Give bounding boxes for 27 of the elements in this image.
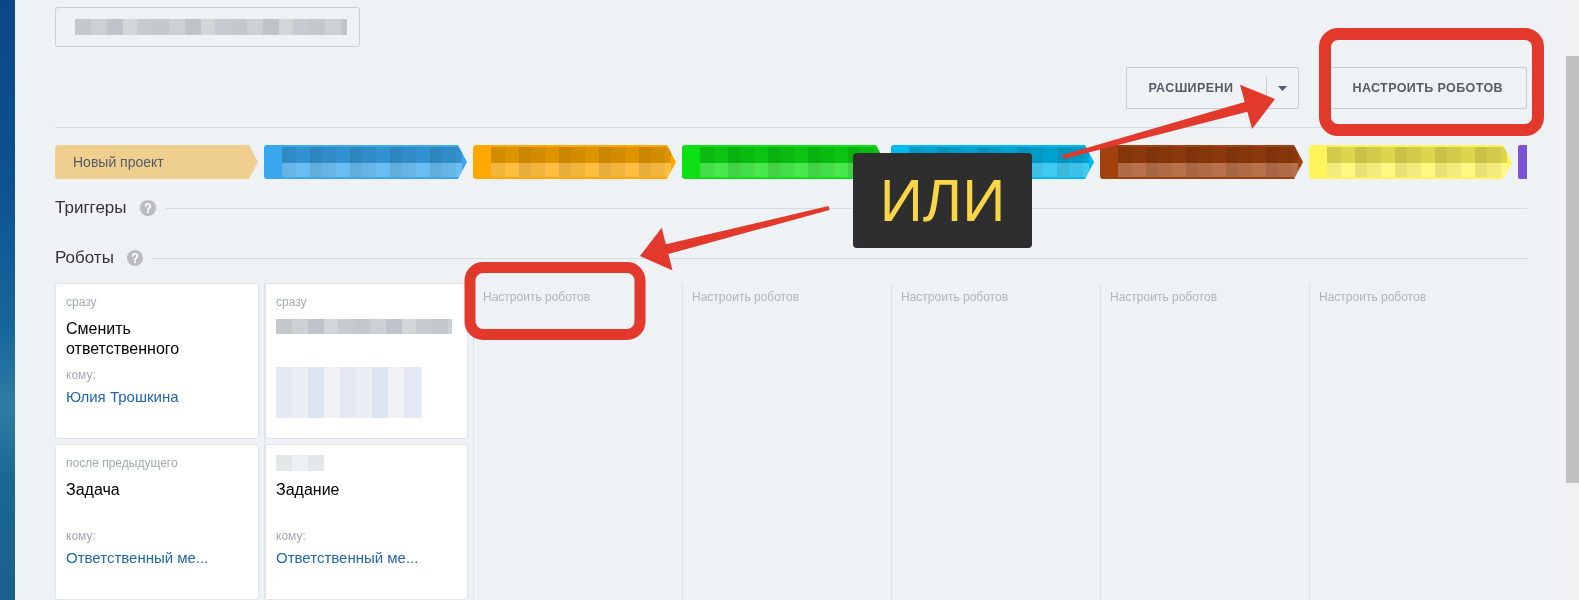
robot-delay: после предыдущего [66, 455, 178, 471]
recipient-label: кому: [66, 367, 96, 383]
robot-title: Задача [66, 480, 120, 500]
robot-card[interactable]: сразу Сменить ответственного кому: Юлия Трошкина [55, 283, 259, 439]
recipient-label: кому: [276, 528, 306, 544]
caret-icon [1277, 85, 1287, 91]
robot-delay: сразу [276, 294, 307, 310]
stage-tab[interactable]: Новый проект [55, 145, 258, 179]
pixelated-block [276, 455, 324, 471]
robot-title: Сменить ответственного [66, 319, 181, 359]
callout-tooltip: ИЛИ [853, 153, 1032, 248]
help-icon[interactable] [126, 250, 143, 266]
recipient-link[interactable]: Ответственный ме... [276, 548, 419, 568]
robot-delay: сразу [66, 294, 97, 310]
recipient-label: кому: [66, 528, 96, 544]
section-title: Роботы [55, 248, 114, 268]
recipient-link[interactable]: Юлия Трошкина [66, 387, 179, 407]
robot-card[interactable]: Задание кому: Ответственный ме... [265, 444, 468, 600]
section-title: Триггеры [55, 198, 127, 218]
title-input-field[interactable] [55, 7, 360, 47]
stage-tab[interactable] [1100, 145, 1303, 179]
configure-robots-button[interactable]: НАСТРОИТЬ РОБОТОВ [1328, 67, 1527, 109]
robot-card[interactable]: после предыдущего Задача кому: Ответственный ме... [55, 444, 259, 600]
help-icon[interactable] [139, 200, 156, 216]
scrollbar-thumb[interactable] [1566, 56, 1579, 483]
recipient-link[interactable]: Ответственный ме... [66, 548, 209, 568]
robot-title: Задание [276, 480, 340, 500]
